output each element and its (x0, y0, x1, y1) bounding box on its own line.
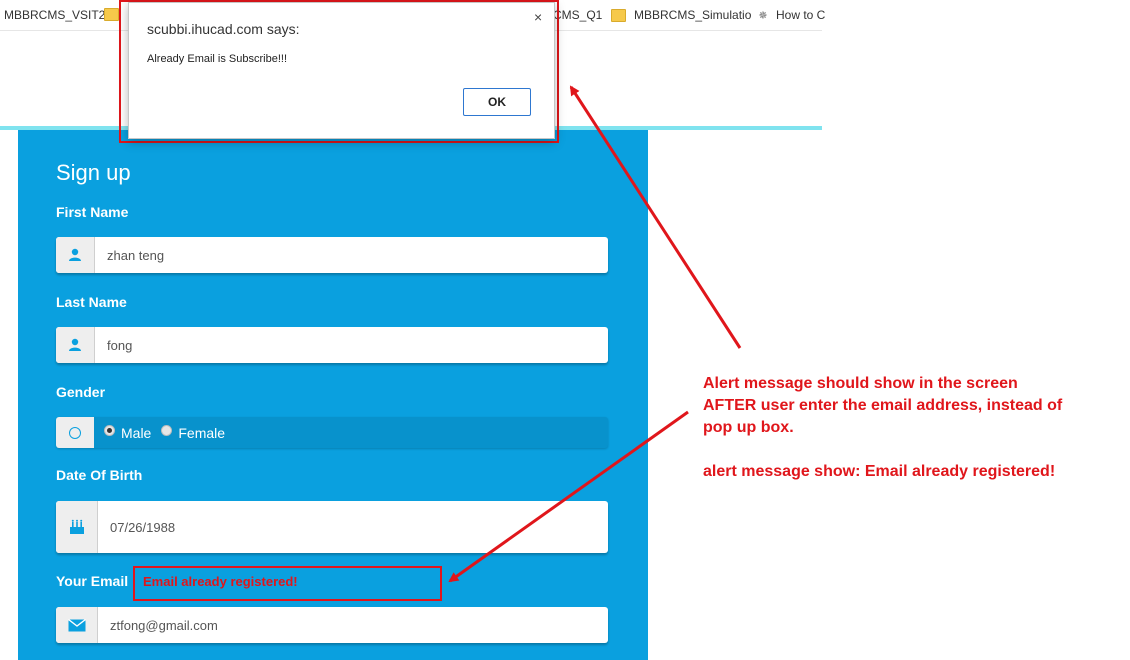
annotation-line: AFTER user enter the email address, inst… (703, 397, 1063, 414)
annotation-arrows (448, 85, 742, 583)
arrow-to-error (448, 410, 689, 583)
annotation-line: pop up box. (703, 419, 794, 436)
arrow-to-alert (569, 85, 742, 349)
annotation-line: alert message show: Email already regist… (703, 463, 1056, 480)
annotation-line: Alert message should show in the screen (703, 375, 1018, 392)
annotation-note: Alert message should show in the screen … (703, 373, 1128, 483)
